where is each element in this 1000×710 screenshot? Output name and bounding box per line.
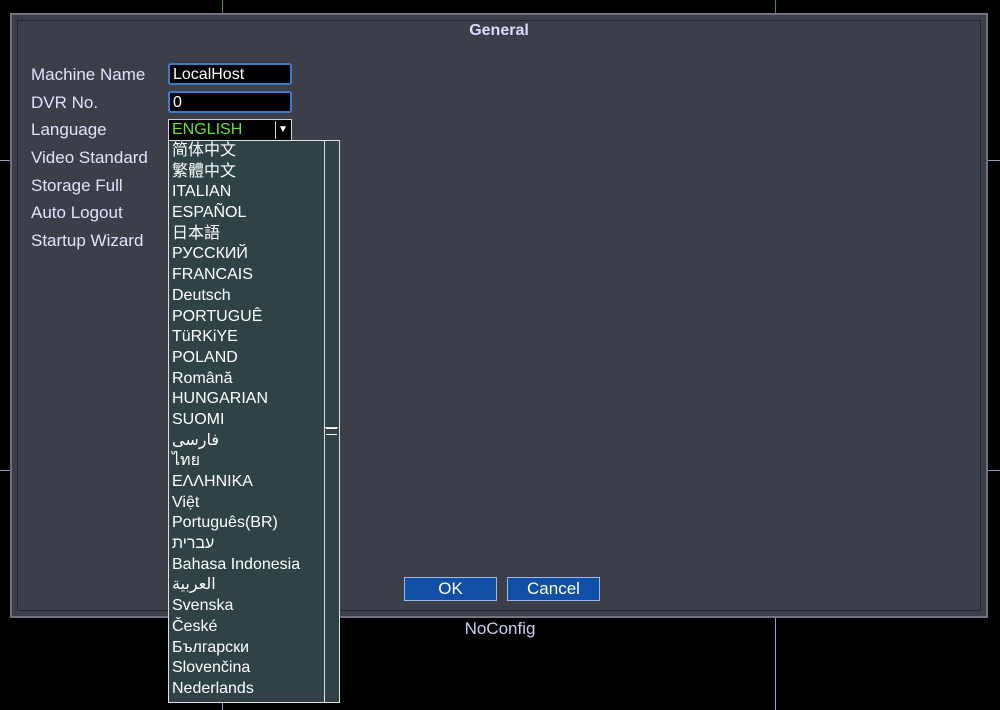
language-label: Language	[31, 120, 107, 139]
grid-line	[0, 470, 10, 471]
language-option[interactable]: فارسی	[171, 431, 323, 452]
language-option[interactable]: РУССКИЙ	[171, 244, 323, 265]
dialog-title: General	[469, 22, 529, 39]
cancel-button[interactable]: Cancel	[507, 577, 600, 601]
caret-down-icon[interactable]: ▼	[275, 121, 290, 139]
language-option[interactable]: POLAND	[171, 348, 323, 369]
language-selected-value: ENGLISH	[172, 121, 243, 138]
dialog-frame	[17, 20, 981, 611]
language-option[interactable]: FRANCAIS	[171, 265, 323, 286]
language-option[interactable]: Bahasa Indonesia	[171, 555, 323, 576]
grid-line	[988, 160, 1000, 161]
language-options: 简体中文 繁體中文 ITALIAN ESPAÑOL 日本語 РУССКИЙ FRANCAIS…	[171, 141, 323, 700]
auto-logout-label: Auto Logout	[31, 203, 123, 222]
language-option[interactable]: TüRKiYE	[171, 327, 323, 348]
language-option[interactable]: Български	[171, 638, 323, 659]
grid-line	[775, 0, 776, 13]
dvr-no-label: DVR No.	[31, 93, 99, 112]
grid-line	[222, 0, 223, 13]
language-option[interactable]: العربية	[171, 575, 323, 596]
dropdown-scrollbar[interactable]	[324, 141, 338, 702]
language-option[interactable]: České	[171, 617, 323, 638]
machine-name-input[interactable]: LocalHost	[168, 63, 292, 85]
grid-line	[988, 470, 1000, 471]
language-option[interactable]: ΕΛΛΗΝΙΚΑ	[171, 472, 323, 493]
language-option[interactable]: Svenska	[171, 596, 323, 617]
video-standard-label: Video Standard	[31, 148, 148, 167]
language-select[interactable]: ENGLISH ▼	[168, 119, 292, 141]
language-option[interactable]: 简体中文	[171, 141, 323, 162]
ok-button[interactable]: OK	[404, 577, 497, 601]
language-option[interactable]: 繁體中文	[171, 162, 323, 183]
language-option[interactable]: Việt	[171, 493, 323, 514]
scrollbar-grip-icon[interactable]	[326, 428, 337, 435]
storage-full-label: Storage Full	[31, 176, 123, 195]
language-option[interactable]: HUNGARIAN	[171, 389, 323, 410]
scrollbar-thumb[interactable]	[325, 141, 338, 428]
language-option[interactable]: 日本語	[171, 224, 323, 245]
language-option[interactable]: ESPAÑOL	[171, 203, 323, 224]
grid-line	[0, 160, 10, 161]
general-dialog: General Machine Name LocalHost DVR No. 0…	[10, 13, 988, 618]
language-option[interactable]: Slovenčina	[171, 658, 323, 679]
machine-name-label: Machine Name	[31, 65, 146, 84]
startup-wizard-label: Startup Wizard	[31, 231, 144, 250]
language-option[interactable]: Português(BR)	[171, 513, 323, 534]
language-option[interactable]: Română	[171, 369, 323, 390]
language-option[interactable]: Nederlands	[171, 679, 323, 700]
language-option[interactable]: Deutsch	[171, 286, 323, 307]
language-option[interactable]: PORTUGUÊ	[171, 307, 323, 328]
dvr-no-input[interactable]: 0	[168, 91, 292, 113]
language-option[interactable]: ITALIAN	[171, 182, 323, 203]
language-option[interactable]: ไทย	[171, 451, 323, 472]
language-option[interactable]: עברית	[171, 534, 323, 555]
language-dropdown-list[interactable]: 简体中文 繁體中文 ITALIAN ESPAÑOL 日本語 РУССКИЙ FRANCAIS…	[168, 140, 340, 703]
language-option[interactable]: SUOMI	[171, 410, 323, 431]
status-text: NoConfig	[464, 619, 536, 638]
